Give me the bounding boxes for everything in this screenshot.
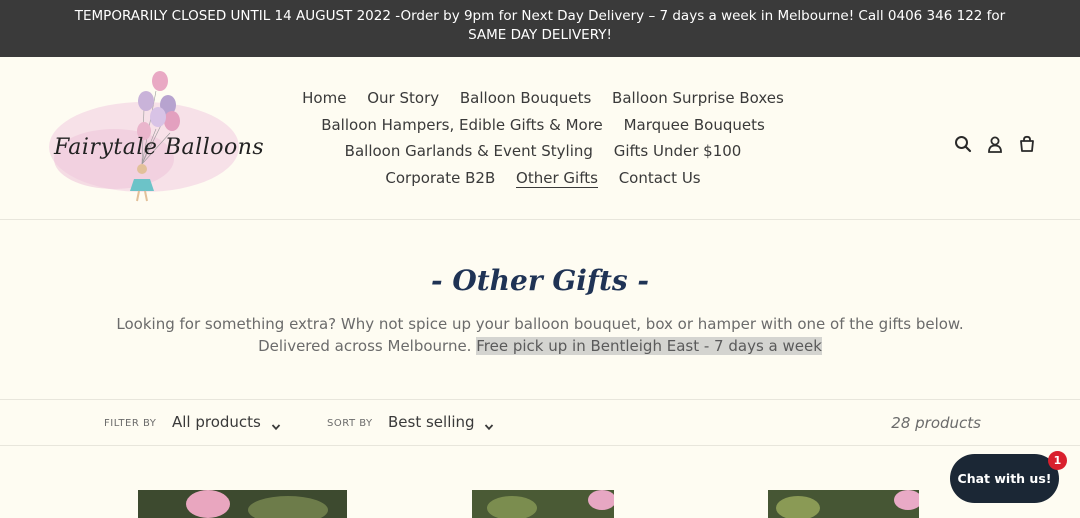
chat-button[interactable]: Chat with us! xyxy=(950,454,1059,503)
announcement-bar: TEMPORARILY CLOSED UNTIL 14 AUGUST 2022 … xyxy=(0,0,1080,57)
nav-gifts-under-100[interactable]: Gifts Under $100 xyxy=(614,140,742,162)
announcement-text: TEMPORARILY CLOSED UNTIL 14 AUGUST 2022 … xyxy=(74,8,1006,43)
nav-balloon-garlands[interactable]: Balloon Garlands & Event Styling xyxy=(345,140,593,162)
header-icons xyxy=(954,135,1036,153)
site-header: Fairytale Balloons Home Our Story Balloo… xyxy=(0,57,1080,220)
filter-select[interactable]: All products xyxy=(172,413,261,431)
nav-our-story[interactable]: Our Story xyxy=(367,87,439,109)
description-highlight-text: Free pick up in Bentleigh East - 7 days … xyxy=(476,337,822,355)
chat-notification-badge: 1 xyxy=(1048,451,1067,470)
product-count: 28 products xyxy=(891,414,981,432)
filter-by-label: FILTER BY xyxy=(104,418,157,429)
nav-marquee-bouquets[interactable]: Marquee Bouquets xyxy=(624,114,765,136)
cart-icon[interactable] xyxy=(1018,135,1036,153)
logo-text: Fairytale Balloons xyxy=(54,135,265,160)
product-image[interactable] xyxy=(768,490,919,518)
description-line-2: Delivered across Melbourne. Free pick up… xyxy=(0,335,1080,357)
nav-corporate-b2b[interactable]: Corporate B2B xyxy=(385,167,495,189)
description-plain-text: Delivered across Melbourne. xyxy=(258,337,477,355)
collection-header: - Other Gifts - Looking for something ex… xyxy=(0,220,1080,400)
nav-row-3: Balloon Garlands & Event Styling Gifts U… xyxy=(260,140,826,167)
description-line-1: Looking for something extra? Why not spi… xyxy=(116,315,964,333)
nav-row-1: Home Our Story Balloon Bouquets Balloon … xyxy=(260,87,826,114)
nav-balloon-hampers[interactable]: Balloon Hampers, Edible Gifts & More xyxy=(321,114,603,136)
sort-by-label: SORT BY xyxy=(327,418,373,429)
nav-balloon-surprise-boxes[interactable]: Balloon Surprise Boxes xyxy=(612,87,784,109)
logo[interactable]: Fairytale Balloons xyxy=(44,69,264,209)
nav-other-gifts[interactable]: Other Gifts xyxy=(516,169,598,188)
main-nav: Home Our Story Balloon Bouquets Balloon … xyxy=(260,87,826,193)
filter-bar: FILTER BY All products SORT BY Best sell… xyxy=(0,401,1080,446)
collection-description: Looking for something extra? Why not spi… xyxy=(0,313,1080,357)
nav-contact-us[interactable]: Contact Us xyxy=(619,167,701,189)
search-icon[interactable] xyxy=(954,135,972,153)
product-image[interactable] xyxy=(472,490,614,518)
chevron-down-icon[interactable] xyxy=(484,417,494,431)
chat-label: Chat with us! xyxy=(957,471,1052,486)
sort-select[interactable]: Best selling xyxy=(388,413,475,431)
page-title: - Other Gifts - xyxy=(430,264,650,297)
nav-balloon-bouquets[interactable]: Balloon Bouquets xyxy=(460,87,591,109)
nav-home[interactable]: Home xyxy=(302,87,346,109)
product-image[interactable] xyxy=(138,490,347,518)
nav-row-4: Corporate B2B Other Gifts Contact Us xyxy=(260,167,826,194)
chevron-down-icon[interactable] xyxy=(271,417,281,431)
nav-row-2: Balloon Hampers, Edible Gifts & More Mar… xyxy=(260,114,826,141)
account-icon[interactable] xyxy=(986,135,1004,153)
